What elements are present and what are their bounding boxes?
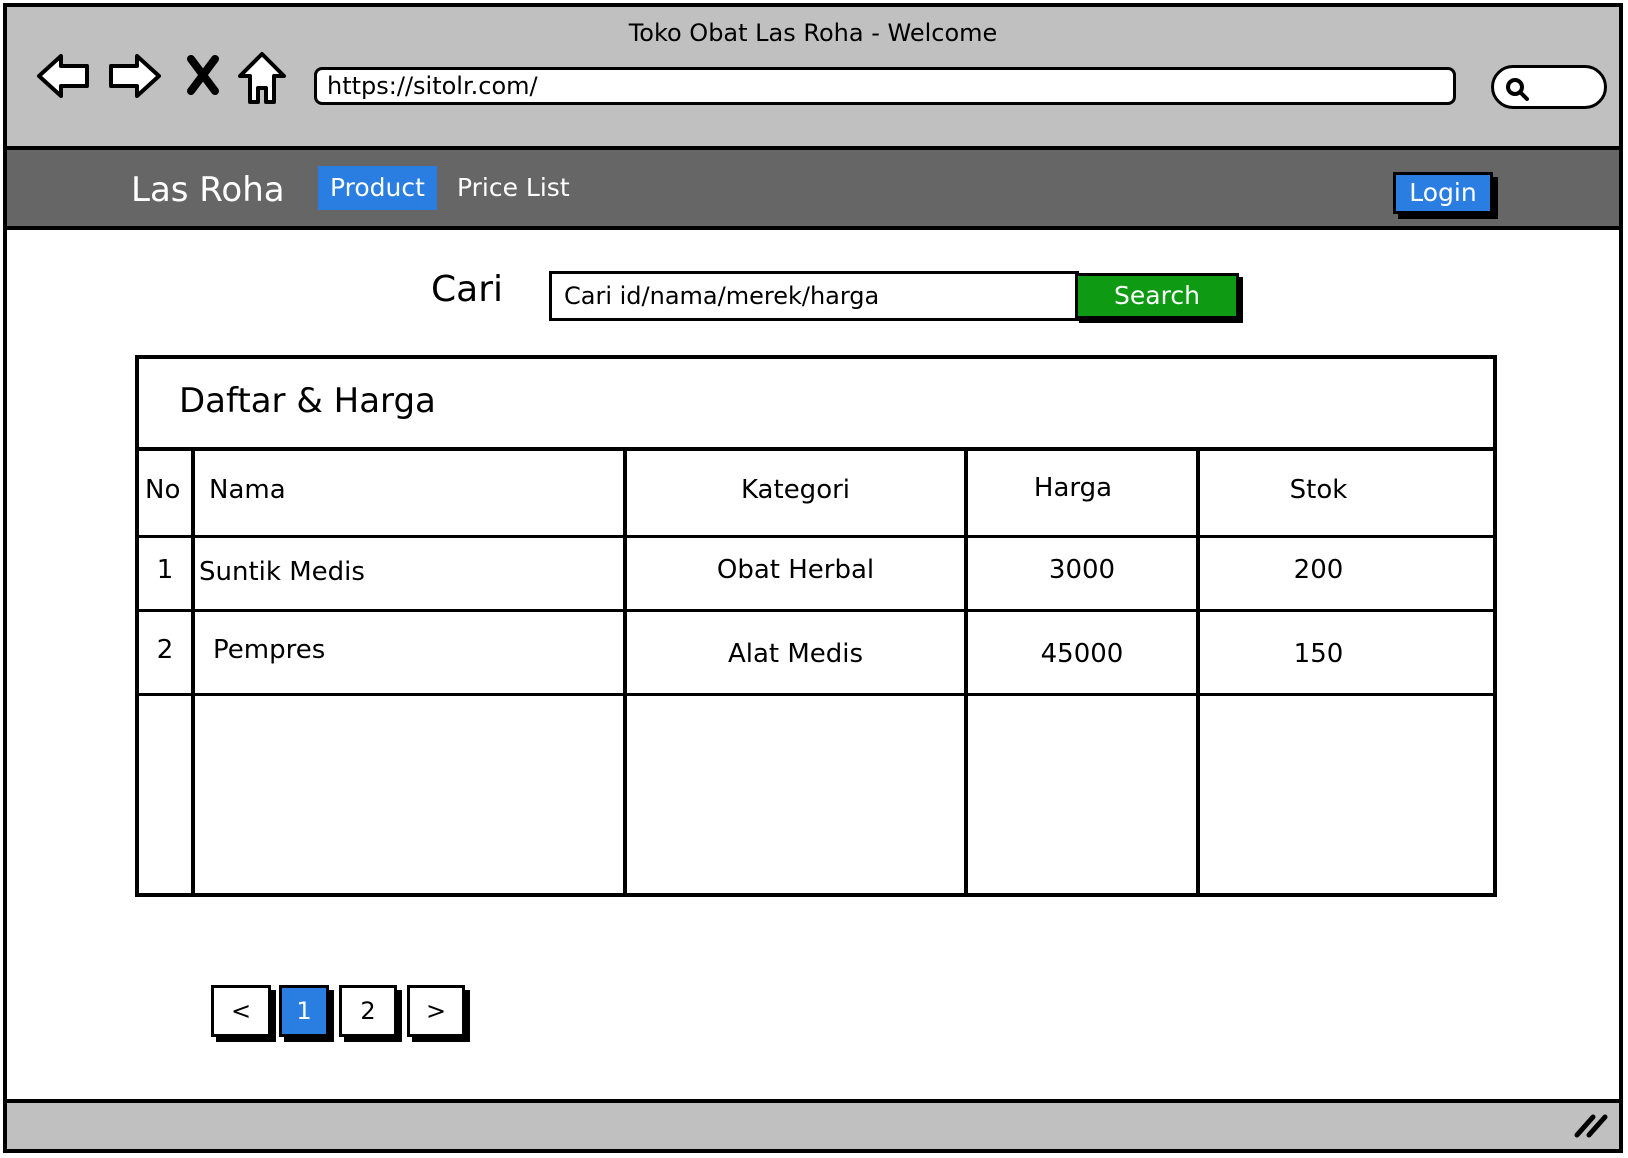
table-cell-kategori: Alat Medis xyxy=(727,639,864,669)
pagination-next-button[interactable]: > xyxy=(407,985,465,1037)
close-icon[interactable] xyxy=(185,55,221,99)
search-label: Cari xyxy=(431,269,503,310)
title-divider xyxy=(139,447,1493,451)
resize-grip-icon[interactable] xyxy=(1573,1109,1609,1143)
product-table-panel: Daftar & Harga No Nama Kategori Harga St… xyxy=(135,355,1497,897)
column-divider xyxy=(964,447,968,893)
search-icon xyxy=(1506,78,1529,101)
pagination-prev-button[interactable]: < xyxy=(211,985,271,1037)
pagination-page-2[interactable]: 2 xyxy=(339,985,397,1037)
table-cell-harga: 45000 xyxy=(1040,639,1124,669)
column-divider xyxy=(623,447,627,893)
column-header-nama: Nama xyxy=(209,475,286,505)
url-bar[interactable]: https://sitolr.com/ xyxy=(314,67,1456,105)
browser-chrome: Toko Obat Las Roha - Welcome https://sit… xyxy=(7,7,1619,150)
forward-icon[interactable] xyxy=(107,51,163,105)
brand-logo-text[interactable]: Las Roha xyxy=(131,170,285,210)
table-cell-no: 2 xyxy=(156,635,174,665)
row-divider xyxy=(139,535,1493,538)
table-title: Daftar & Harga xyxy=(179,381,436,421)
search-button[interactable]: Search xyxy=(1075,273,1239,319)
search-input[interactable]: Cari id/nama/merek/harga xyxy=(549,271,1079,321)
home-icon[interactable] xyxy=(237,51,287,109)
window-title: Toko Obat Las Roha - Welcome xyxy=(628,19,998,47)
status-bar xyxy=(7,1099,1619,1149)
table-cell-nama: Suntik Medis xyxy=(199,557,365,587)
browser-window: Toko Obat Las Roha - Welcome https://sit… xyxy=(3,3,1623,1153)
table-cell-harga: 3000 xyxy=(1048,555,1116,585)
browser-search-field[interactable] xyxy=(1491,65,1607,109)
column-header-kategori: Kategori xyxy=(740,475,851,505)
table-cell-no: 1 xyxy=(156,555,174,585)
table-cell-kategori: Obat Herbal xyxy=(716,555,875,585)
column-divider xyxy=(191,447,195,893)
table-cell-stok: 200 xyxy=(1293,555,1344,585)
pagination-page-1[interactable]: 1 xyxy=(279,985,329,1037)
table-cell-stok: 150 xyxy=(1293,639,1344,669)
nav-item-product[interactable]: Product xyxy=(318,166,437,210)
row-divider xyxy=(139,609,1493,612)
column-divider xyxy=(1196,447,1200,893)
column-header-stok: Stok xyxy=(1289,475,1348,505)
column-header-harga: Harga xyxy=(1033,473,1113,503)
login-button[interactable]: Login xyxy=(1393,172,1493,214)
app-navbar: Las Roha Product Price List Login xyxy=(7,150,1619,230)
table-cell-nama: Pempres xyxy=(213,635,326,665)
nav-item-price-list[interactable]: Price List xyxy=(445,166,582,210)
column-header-no: No xyxy=(145,475,181,505)
back-icon[interactable] xyxy=(35,51,91,105)
row-divider xyxy=(139,693,1493,696)
